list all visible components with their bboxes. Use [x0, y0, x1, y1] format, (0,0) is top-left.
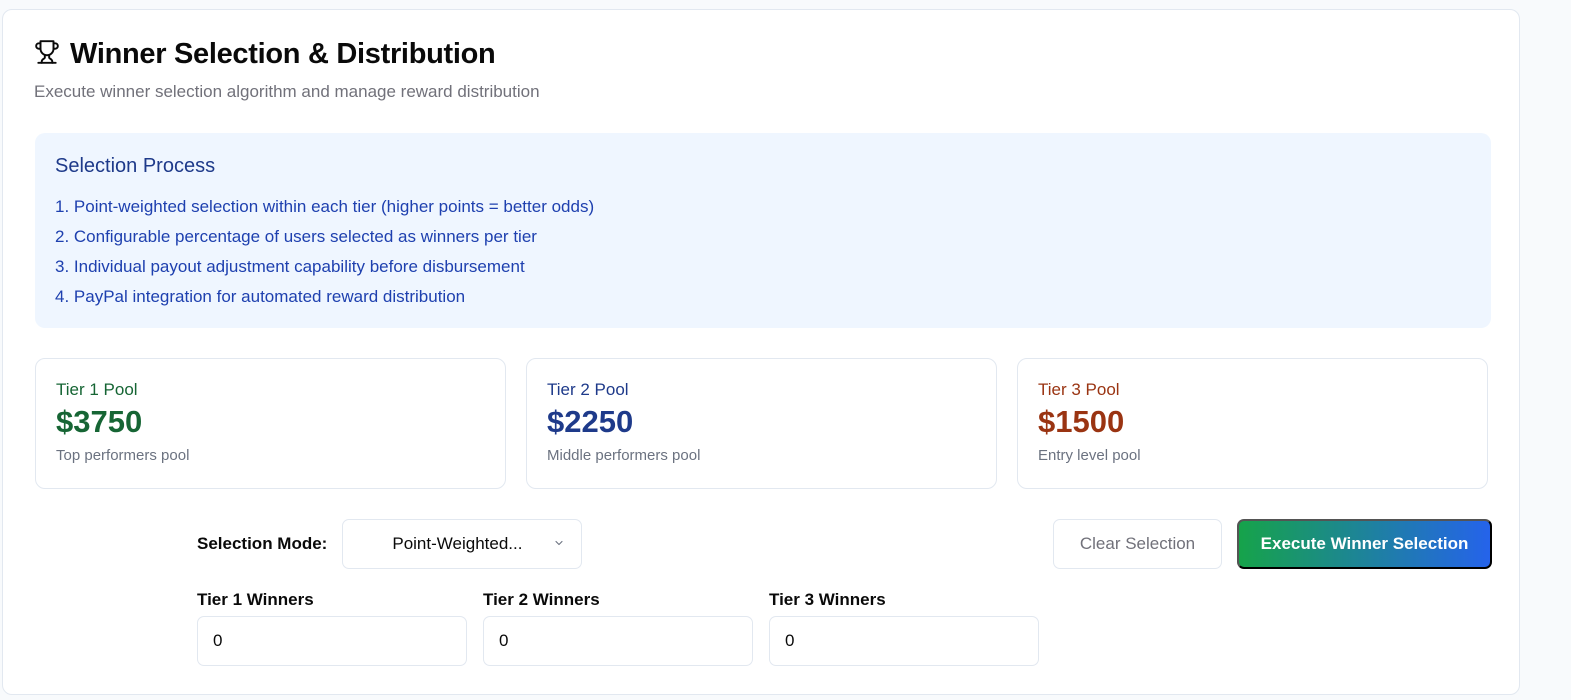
card-header: Winner Selection & Distribution Execute … — [34, 38, 540, 102]
tier-2-pool-card: Tier 2 Pool $2250 Middle performers pool — [526, 358, 997, 489]
tier-2-pool-description: Middle performers pool — [547, 447, 701, 464]
tier-2-winners-label: Tier 2 Winners — [483, 590, 600, 609]
tier-3-pool-card: Tier 3 Pool $1500 Entry level pool — [1017, 358, 1488, 489]
tier-3-winners-label: Tier 3 Winners — [769, 590, 886, 609]
tier-1-pool-amount: $3750 — [56, 404, 143, 439]
title-row: Winner Selection & Distribution — [34, 38, 540, 71]
process-step: 3. Individual payout adjustment capabili… — [55, 257, 525, 276]
tier-3-winners-field: Tier 3 Winners — [769, 590, 1039, 666]
selection-mode-select[interactable]: Point-Weighted... — [342, 519, 583, 569]
tier-pools: Tier 1 Pool $3750 Top performers pool Ti… — [35, 358, 1488, 489]
tier-1-winners-input[interactable] — [197, 616, 467, 666]
process-step: 1. Point-weighted selection within each … — [55, 197, 595, 216]
chevron-down-icon — [553, 537, 565, 552]
selection-process-title: Selection Process — [55, 155, 216, 177]
clear-selection-button[interactable]: Clear Selection — [1053, 519, 1222, 569]
tier-3-pool-amount: $1500 — [1038, 404, 1125, 439]
winner-count-fields: Tier 1 Winners Tier 2 Winners Tier 3 Win… — [197, 590, 1039, 666]
tier-3-pool-label: Tier 3 Pool — [1038, 380, 1120, 399]
tier-1-winners-label: Tier 1 Winners — [197, 590, 314, 609]
page-subtitle: Execute winner selection algorithm and m… — [34, 82, 540, 101]
selection-mode-value: Point-Weighted... — [392, 534, 523, 553]
selection-process-steps: 1. Point-weighted selection within each … — [55, 192, 1471, 312]
tier-1-pool-label: Tier 1 Pool — [56, 380, 138, 399]
tier-2-pool-amount: $2250 — [547, 404, 634, 439]
tier-2-winners-field: Tier 2 Winners — [483, 590, 753, 666]
tier-1-winners-field: Tier 1 Winners — [197, 590, 467, 666]
page-title: Winner Selection & Distribution — [70, 38, 496, 70]
selection-mode-row: Selection Mode: Point-Weighted... — [197, 519, 583, 569]
selection-process-panel: Selection Process 1. Point-weighted sele… — [35, 133, 1491, 328]
selection-mode-label: Selection Mode: — [197, 534, 328, 553]
process-step: 2. Configurable percentage of users sele… — [55, 227, 537, 246]
tier-3-winners-input[interactable] — [769, 616, 1039, 666]
winner-selection-card: Winner Selection & Distribution Execute … — [2, 9, 1520, 695]
tier-2-winners-input[interactable] — [483, 616, 753, 666]
tier-1-pool-card: Tier 1 Pool $3750 Top performers pool — [35, 358, 506, 489]
execute-winner-selection-button[interactable]: Execute Winner Selection — [1237, 519, 1492, 569]
trophy-icon — [34, 39, 60, 70]
process-step: 4. PayPal integration for automated rewa… — [55, 287, 466, 306]
tier-2-pool-label: Tier 2 Pool — [547, 380, 629, 399]
tier-1-pool-description: Top performers pool — [56, 447, 190, 464]
tier-3-pool-description: Entry level pool — [1038, 447, 1141, 464]
